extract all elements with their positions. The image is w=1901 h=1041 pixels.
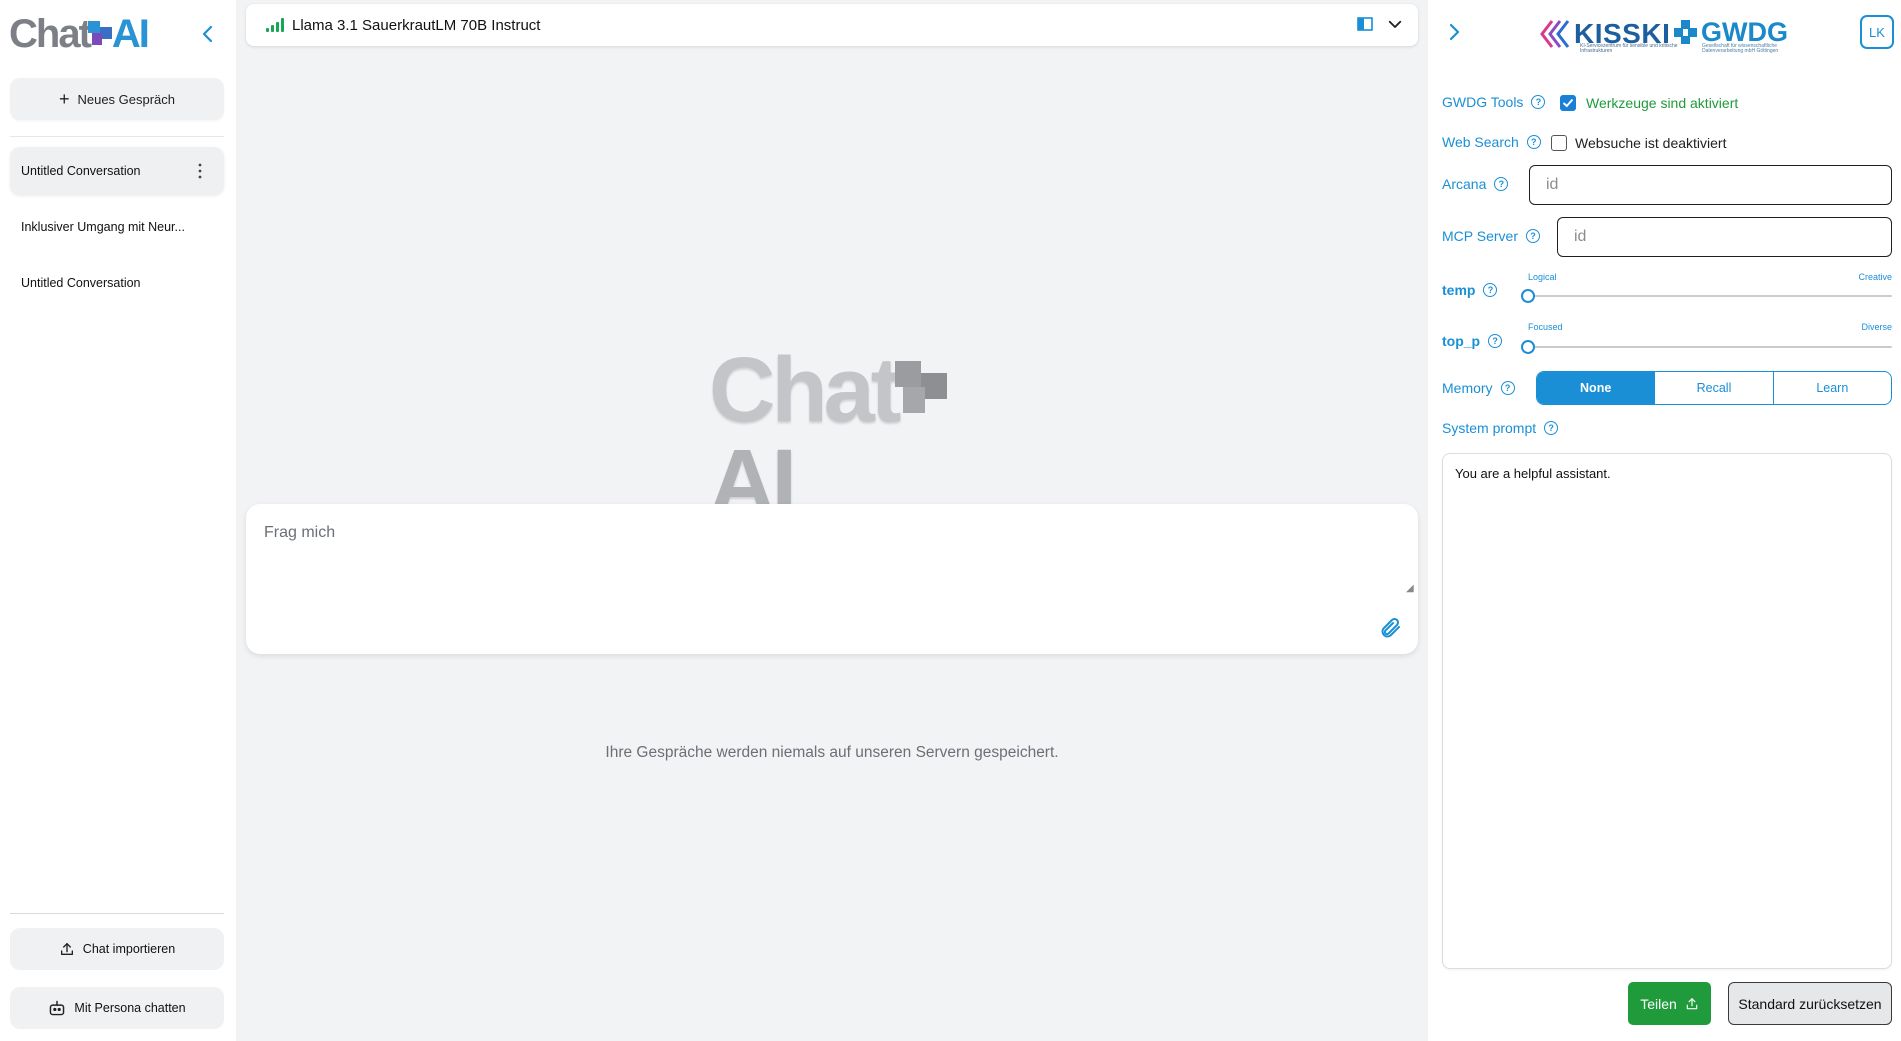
- help-icon[interactable]: ?: [1483, 283, 1498, 297]
- chat-ai-logo: Chat AI: [9, 12, 150, 56]
- memory-option-learn[interactable]: Learn: [1774, 372, 1891, 404]
- collapse-panel-icon[interactable]: [1442, 20, 1466, 44]
- help-icon[interactable]: ?: [1526, 135, 1541, 149]
- temp-label: temp ?: [1442, 282, 1498, 298]
- model-name: Llama 3.1 SauerkrautLM 70B Instruct: [292, 16, 541, 34]
- conversation-title: Untitled Conversation: [21, 164, 141, 178]
- kisski-subtitle: KI-Servicezentrum für sensible und kriti…: [1580, 43, 1678, 54]
- gwdg-mark-icon: [1674, 20, 1697, 44]
- new-conversation-label: Neues Gespräch: [77, 91, 176, 107]
- mcp-server-label: MCP Server ?: [1442, 228, 1540, 244]
- kisski-mark-icon: [1540, 20, 1570, 48]
- import-chat-label: Chat importieren: [82, 942, 176, 956]
- logo-puzzle-icon: [87, 21, 112, 45]
- mcp-server-input[interactable]: [1557, 217, 1892, 257]
- conversation-item[interactable]: Inklusiver Umgang mit Neur...: [10, 203, 224, 251]
- gwdg-text: GWDG: [1701, 17, 1788, 47]
- conversation-title: Untitled Conversation: [21, 276, 141, 290]
- logo-ai-text: AI: [111, 12, 150, 56]
- share-icon: [1686, 997, 1698, 1009]
- help-icon[interactable]: ?: [1488, 334, 1503, 348]
- user-avatar[interactable]: LK: [1860, 15, 1894, 49]
- temp-slider-track[interactable]: [1528, 295, 1892, 297]
- temp-right-label: Creative: [1858, 272, 1892, 282]
- system-prompt-label: System prompt ?: [1442, 420, 1559, 436]
- gwdg-logo: GWDG Gesellschaft für wissenschaftliche …: [1672, 12, 1788, 54]
- share-label: Teilen: [1640, 995, 1677, 1012]
- resize-handle-icon[interactable]: ◢: [1406, 584, 1416, 594]
- help-icon[interactable]: ?: [1531, 95, 1546, 109]
- top-p-slider-track[interactable]: [1528, 346, 1892, 348]
- model-selector[interactable]: Llama 3.1 SauerkrautLM 70B Instruct: [246, 4, 1418, 46]
- temp-text: temp: [1442, 282, 1476, 298]
- conversation-item[interactable]: Untitled Conversation: [10, 259, 224, 307]
- share-button[interactable]: Teilen: [1628, 982, 1711, 1025]
- memory-option-none[interactable]: None: [1537, 372, 1656, 404]
- prompt-input[interactable]: [264, 524, 1394, 594]
- gwdg-subtitle: Gesellschaft für wissenschaftliche Daten…: [1702, 43, 1779, 54]
- prompt-box: ◢: [246, 504, 1418, 654]
- reset-defaults-button[interactable]: Standard zurücksetzen: [1728, 982, 1892, 1025]
- persona-chat-label: Mit Persona chatten: [74, 1001, 186, 1015]
- gwdg-tools-label: GWDG Tools ?: [1442, 94, 1546, 110]
- top-p-right-label: Diverse: [1861, 322, 1892, 332]
- gwdg-tools-text: GWDG Tools: [1442, 94, 1524, 110]
- web-search-label: Web Search ?: [1442, 134, 1541, 150]
- more-options-icon[interactable]: [198, 162, 202, 180]
- system-prompt-textarea[interactable]: You are a helpful assistant.: [1442, 453, 1892, 969]
- import-chat-button[interactable]: Chat importieren: [10, 928, 224, 970]
- memory-label: Memory ?: [1442, 380, 1515, 396]
- memory-text: Memory: [1442, 380, 1493, 396]
- gwdg-tools-checkbox[interactable]: [1560, 95, 1576, 111]
- checkmark-icon: [1562, 98, 1574, 108]
- plus-icon: +: [58, 89, 70, 109]
- settings-panel: KISSKI KI-Servicezentrum für sensible un…: [1428, 0, 1901, 1041]
- gwdg-tools-status: Werkzeuge sind aktiviert: [1586, 95, 1739, 111]
- top-p-label: top_p ?: [1442, 333, 1503, 349]
- new-conversation-button[interactable]: + Neues Gespräch: [10, 78, 224, 120]
- arcana-label: Arcana ?: [1442, 176, 1509, 192]
- watermark-chat-text: Chat: [709, 339, 901, 441]
- arcana-text: Arcana: [1442, 176, 1487, 192]
- temp-left-label: Logical: [1528, 272, 1557, 282]
- temp-slider-thumb[interactable]: [1521, 289, 1535, 303]
- help-icon[interactable]: ?: [1494, 177, 1509, 191]
- top-p-left-label: Focused: [1528, 322, 1563, 332]
- sidebar: Chat AI + Neues Gespräch Untitled Convers…: [0, 0, 236, 1041]
- help-icon[interactable]: ?: [1544, 421, 1559, 435]
- arcana-input[interactable]: [1529, 165, 1892, 205]
- conversation-item[interactable]: Untitled Conversation: [10, 147, 224, 195]
- help-icon[interactable]: ?: [1525, 229, 1540, 243]
- memory-segmented-control: None Recall Learn: [1536, 371, 1892, 405]
- memory-option-recall[interactable]: Recall: [1655, 372, 1774, 404]
- upload-icon: [60, 943, 73, 955]
- mcp-server-text: MCP Server: [1442, 228, 1518, 244]
- panel-toggle-icon[interactable]: [1356, 15, 1374, 33]
- system-prompt-text: System prompt: [1442, 420, 1537, 436]
- persona-chat-button[interactable]: Mit Persona chatten: [10, 987, 224, 1029]
- chevron-down-icon[interactable]: [1386, 15, 1404, 33]
- web-search-text: Web Search: [1442, 134, 1519, 150]
- paperclip-icon[interactable]: [1378, 616, 1402, 640]
- watermark-puzzle-icon: [895, 361, 948, 413]
- signal-strength-icon: [266, 18, 284, 32]
- web-search-checkbox[interactable]: [1551, 135, 1567, 151]
- privacy-note: Ihre Gespräche werden niemals auf unsere…: [605, 744, 1059, 761]
- kisski-logo: KISSKI KI-Servicezentrum für sensible un…: [1540, 14, 1678, 54]
- top-p-text: top_p: [1442, 333, 1481, 349]
- top-p-slider-thumb[interactable]: [1521, 340, 1535, 354]
- conversation-title: Inklusiver Umgang mit Neur...: [21, 220, 185, 234]
- chat-ai-watermark: ChatAI: [709, 344, 955, 528]
- logo-chat-text: Chat: [9, 12, 92, 56]
- robot-icon: [50, 1000, 65, 1016]
- collapse-sidebar-icon[interactable]: [196, 22, 220, 46]
- sidebar-divider: [10, 136, 224, 137]
- web-search-status: Websuche ist deaktiviert: [1575, 135, 1727, 151]
- help-icon[interactable]: ?: [1500, 381, 1515, 395]
- sidebar-footer-divider: [10, 913, 224, 914]
